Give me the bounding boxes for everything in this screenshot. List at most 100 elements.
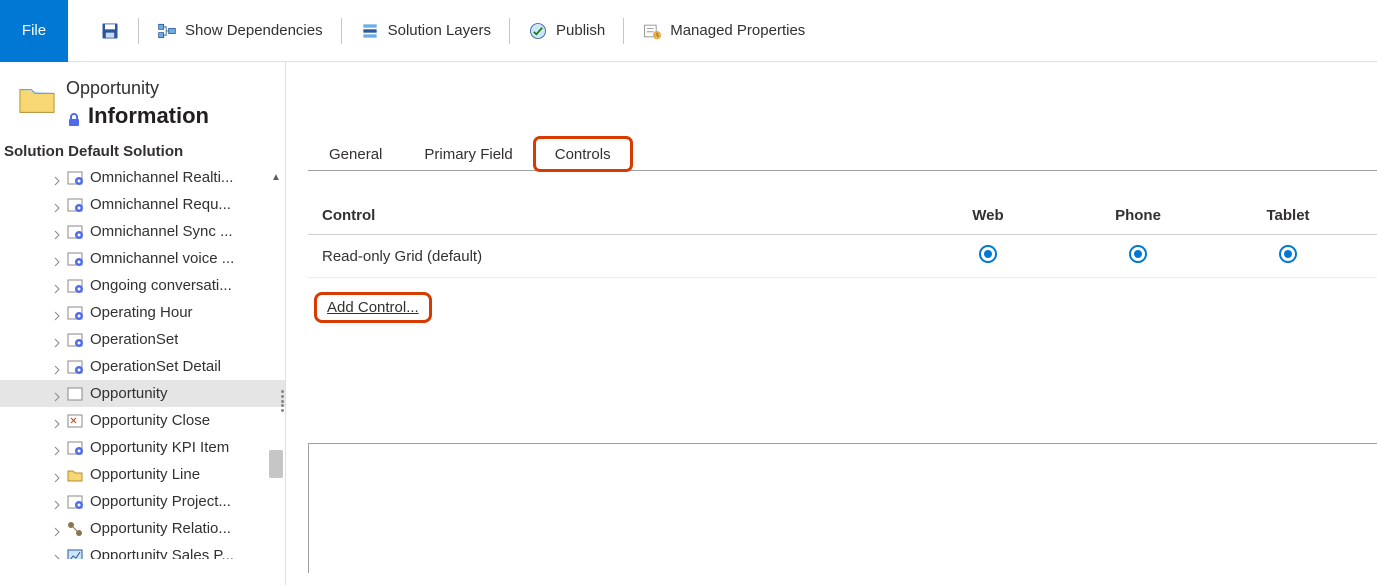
tree-item-label: Ongoing conversati... [90, 277, 232, 294]
tree-item-label: Opportunity Sales P... [90, 547, 234, 559]
entity-tree: Omnichannel Realti... Omnichannel Requ...… [0, 164, 285, 559]
tree-item-label: Omnichannel voice ... [90, 250, 234, 267]
tree-item[interactable]: Opportunity Sales P... [0, 542, 285, 559]
tree-item-label: Opportunity [90, 385, 168, 402]
tree-item-icon [66, 547, 84, 560]
solution-layers-label: Solution Layers [388, 22, 491, 39]
tree-item-icon [66, 169, 84, 187]
tab-controls[interactable]: Controls [534, 137, 632, 171]
tree-item[interactable]: Opportunity Project... [0, 488, 285, 515]
properties-pane [308, 443, 1377, 573]
solution-label: Solution Default Solution [0, 139, 285, 164]
tree-item[interactable]: OperationSet [0, 326, 285, 353]
chevron-right-icon [52, 173, 62, 183]
control-row[interactable]: Read-only Grid (default) [308, 235, 1377, 278]
tree-item[interactable]: Omnichannel Realti... [0, 164, 285, 191]
chevron-right-icon [52, 389, 62, 399]
col-control-header: Control [322, 207, 913, 224]
control-name: Read-only Grid (default) [322, 248, 913, 265]
managed-properties-button[interactable]: Managed Properties [630, 11, 817, 51]
tree-item[interactable]: Opportunity Line [0, 461, 285, 488]
tree-item-icon [66, 196, 84, 214]
chevron-right-icon [52, 416, 62, 426]
show-dependencies-label: Show Dependencies [185, 22, 323, 39]
separator [138, 18, 139, 44]
separator [623, 18, 624, 44]
chevron-right-icon [52, 443, 62, 453]
entity-folder-icon [18, 82, 56, 116]
tree-item[interactable]: Opportunity [0, 380, 285, 407]
chevron-right-icon [52, 551, 62, 560]
chevron-right-icon [52, 497, 62, 507]
right-panel: General Primary Field Controls Control Web… [286, 62, 1377, 585]
layers-icon [360, 21, 380, 41]
tree-item[interactable]: Ongoing conversati... [0, 272, 285, 299]
scroll-thumb[interactable] [269, 450, 283, 478]
tree-item-label: Omnichannel Realti... [90, 169, 233, 186]
controls-grid: Control Web Phone Tablet Read-only Grid … [308, 197, 1377, 278]
tree-item[interactable]: Omnichannel voice ... [0, 245, 285, 272]
chevron-right-icon [52, 335, 62, 345]
tree-item-label: Omnichannel Sync ... [90, 223, 233, 240]
tree-item-icon [66, 223, 84, 241]
tree-item-label: Omnichannel Requ... [90, 196, 231, 213]
lock-icon [66, 108, 82, 124]
tree-item-icon [66, 520, 84, 538]
managed-properties-label: Managed Properties [670, 22, 805, 39]
tree-item-label: OperationSet Detail [90, 358, 221, 375]
solution-layers-button[interactable]: Solution Layers [348, 11, 503, 51]
chevron-right-icon [52, 254, 62, 264]
phone-radio[interactable] [1129, 245, 1147, 263]
col-phone-header: Phone [1063, 207, 1213, 224]
chevron-right-icon [52, 200, 62, 210]
file-button[interactable]: File [0, 0, 68, 62]
chevron-right-icon [52, 281, 62, 291]
tree-item-icon [66, 493, 84, 511]
chevron-right-icon [52, 524, 62, 534]
tree-item[interactable]: Opportunity Relatio... [0, 515, 285, 542]
tree-item-label: Opportunity Close [90, 412, 210, 429]
tree-item[interactable]: Operating Hour [0, 299, 285, 326]
tab-general[interactable]: General [308, 137, 403, 171]
main: Opportunity Information Solution Default… [0, 62, 1377, 585]
left-header: Opportunity Information [0, 78, 285, 139]
tree-item[interactable]: Opportunity KPI Item [0, 434, 285, 461]
tablet-radio[interactable] [1279, 245, 1297, 263]
publish-button[interactable]: Publish [516, 11, 617, 51]
tree-item-icon [66, 277, 84, 295]
scrollbar[interactable]: ▲ [269, 164, 283, 559]
add-control-label: Add Control... [327, 299, 419, 316]
add-control-link[interactable]: Add Control... [314, 292, 432, 323]
tree-item-label: Opportunity Project... [90, 493, 231, 510]
tabs: General Primary Field Controls [308, 136, 1377, 171]
ribbon: File Show Dependencies Solution Layers P… [0, 0, 1377, 62]
chevron-right-icon [52, 227, 62, 237]
tree-item-icon [66, 304, 84, 322]
tree-item-label: Opportunity KPI Item [90, 439, 229, 456]
page-title-text: Information [88, 103, 209, 129]
grid-header: Control Web Phone Tablet [308, 197, 1377, 235]
scroll-up-icon[interactable]: ▲ [269, 172, 283, 184]
tab-primary-field[interactable]: Primary Field [403, 137, 533, 171]
tree-item-icon [66, 358, 84, 376]
left-panel: Opportunity Information Solution Default… [0, 62, 286, 585]
chevron-right-icon [52, 308, 62, 318]
tree-item-label: OperationSet [90, 331, 178, 348]
separator [341, 18, 342, 44]
chevron-right-icon [52, 470, 62, 480]
tab-label: Primary Field [424, 146, 512, 163]
save-button[interactable] [88, 11, 132, 51]
tab-label: General [329, 146, 382, 163]
show-dependencies-button[interactable]: Show Dependencies [145, 11, 335, 51]
tree-item-icon [66, 385, 84, 403]
save-icon [100, 21, 120, 41]
tree-item-icon [66, 466, 84, 484]
tree-item[interactable]: Omnichannel Sync ... [0, 218, 285, 245]
web-radio[interactable] [979, 245, 997, 263]
tree-item[interactable]: Omnichannel Requ... [0, 191, 285, 218]
file-button-label: File [22, 22, 46, 39]
col-tablet-header: Tablet [1213, 207, 1363, 224]
tree-item[interactable]: OperationSet Detail [0, 353, 285, 380]
tree-item[interactable]: Opportunity Close [0, 407, 285, 434]
separator [509, 18, 510, 44]
